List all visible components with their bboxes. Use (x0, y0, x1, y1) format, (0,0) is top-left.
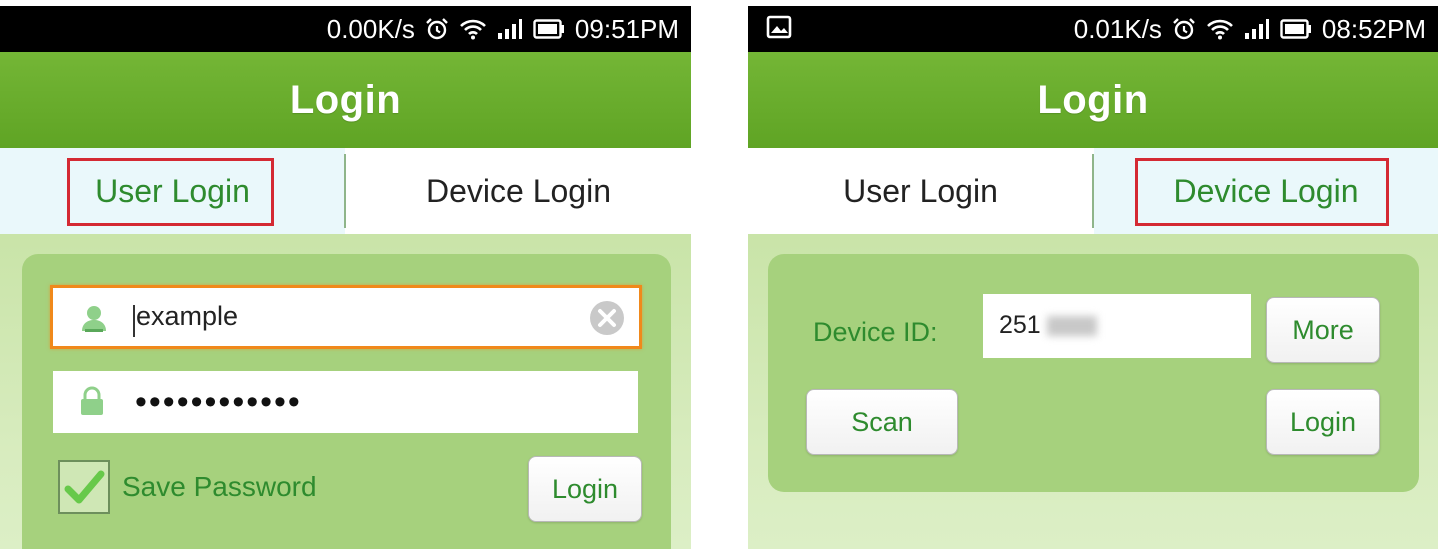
page-title: Login (1037, 77, 1149, 122)
signal-icon (1244, 19, 1269, 39)
login-button-label: Login (551, 473, 619, 504)
device-id-value: 251 (999, 311, 1097, 340)
tab-user-login-label: User Login (843, 172, 998, 209)
left-screen: 0.00K/s 09:51PM Login User Login Device … (0, 0, 691, 549)
alarm-icon (1173, 18, 1195, 40)
tab-device-login[interactable]: Device Login (1094, 148, 1438, 234)
save-password-checkbox[interactable] (58, 460, 110, 514)
status-bar: 0.01K/s 08:52PM (748, 6, 1438, 52)
device-id-label: Device ID: (813, 317, 938, 347)
status-bar: 0.00K/s 09:51PM (0, 6, 691, 52)
username-input[interactable]: example (50, 285, 642, 349)
network-speed: 0.00K/s (326, 13, 415, 44)
username-value: example (136, 301, 239, 331)
right-screen: 0.01K/s 08:52PM Login User Login Device … (748, 0, 1438, 549)
save-password-label[interactable]: Save Password (122, 471, 317, 503)
scan-button[interactable]: Scan (806, 389, 958, 455)
network-speed: 0.01K/s (1073, 13, 1162, 44)
password-input[interactable]: •••••••••••• (53, 371, 638, 433)
scan-button-label: Scan (851, 406, 913, 437)
redacted-digits (1046, 316, 1097, 337)
lock-icon (81, 386, 103, 415)
login-button-label: Login (1289, 406, 1357, 437)
more-button[interactable]: More (1266, 297, 1380, 363)
battery-icon (533, 19, 564, 39)
tab-user-login-label: User Login (95, 172, 250, 209)
clock-time: 09:51PM (574, 13, 679, 44)
device-login-panel: Device ID: 251 More Scan Login (768, 254, 1419, 492)
wifi-icon (460, 19, 486, 40)
device-id-input[interactable]: 251 (983, 294, 1251, 358)
login-panel: example •••••••••••• Save Password Login (22, 254, 671, 549)
text-caret (133, 304, 135, 337)
signal-icon (497, 19, 522, 39)
wifi-icon (1207, 19, 1233, 40)
status-icons: 0.01K/s 08:52PM (1074, 6, 1426, 52)
user-icon (82, 306, 106, 332)
tab-device-login-label: Device Login (1173, 172, 1359, 209)
login-tabs: User Login Device Login (748, 148, 1438, 234)
checkmark-icon (64, 470, 105, 504)
status-icons: 0.00K/s 09:51PM (327, 6, 679, 52)
login-button[interactable]: Login (1266, 389, 1380, 455)
tab-user-login[interactable]: User Login (748, 148, 1093, 234)
login-tabs: User Login Device Login (0, 148, 691, 234)
tab-device-login[interactable]: Device Login (346, 148, 691, 234)
clock-time: 08:52PM (1321, 13, 1426, 44)
clear-icon[interactable] (589, 300, 625, 336)
tab-user-login[interactable]: User Login (0, 148, 345, 234)
alarm-icon (426, 18, 448, 40)
device-login-content: Device ID: 251 More Scan Login (748, 234, 1438, 549)
more-button-label: More (1292, 314, 1354, 345)
title-bar: Login (748, 52, 1438, 148)
password-value: •••••••••••• (135, 383, 302, 421)
login-content: example •••••••••••• Save Password Login (0, 234, 691, 549)
page-title: Login (289, 77, 402, 122)
tab-device-login-label: Device Login (426, 172, 611, 209)
title-bar: Login (0, 52, 691, 148)
login-button[interactable]: Login (528, 456, 642, 522)
picture-icon (766, 15, 792, 39)
battery-icon (1280, 19, 1311, 39)
